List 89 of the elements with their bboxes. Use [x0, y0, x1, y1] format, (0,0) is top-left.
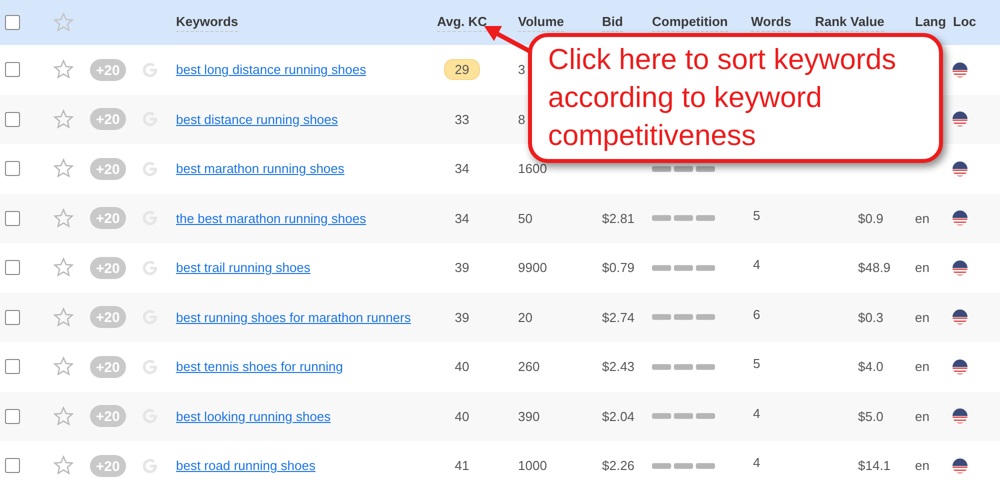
- table-cell: en: [915, 458, 930, 474]
- column-header[interactable]: Rank Value: [815, 14, 884, 32]
- table-cell: 8: [518, 112, 526, 127]
- flag-icon: [952, 160, 968, 177]
- star-icon[interactable]: [53, 356, 74, 378]
- table-cell: $0.3: [858, 310, 884, 325]
- kc-value: 39: [454, 308, 470, 327]
- star-icon[interactable]: [53, 158, 74, 180]
- flag-icon: [952, 260, 968, 276]
- column-header[interactable]: Volume: [518, 14, 564, 32]
- column-header[interactable]: Keywords: [176, 14, 238, 32]
- row-checkbox[interactable]: [5, 359, 20, 374]
- row-checkbox[interactable]: [5, 260, 20, 276]
- column-header[interactable]: Bid: [602, 14, 623, 32]
- keyword-link[interactable]: best trail running shoes: [176, 260, 310, 276]
- table-cell: $2.74: [602, 310, 635, 325]
- flag-icon: [952, 458, 968, 474]
- row-checkbox[interactable]: [5, 161, 20, 176]
- star-icon[interactable]: [53, 59, 74, 80]
- row-checkbox[interactable]: [5, 408, 20, 424]
- flag-icon: [952, 358, 968, 375]
- table-cell: 4: [753, 455, 760, 470]
- table-cell: 1600: [518, 161, 547, 176]
- keyword-link[interactable]: the best marathon running shoes: [176, 210, 366, 226]
- table-cell: 50: [518, 210, 532, 226]
- table-cell: en: [915, 310, 930, 325]
- keyword-link[interactable]: best distance running shoes: [176, 112, 338, 127]
- kc-value: 40: [454, 358, 470, 376]
- table-cell: $2.81: [602, 210, 635, 226]
- keyword-link[interactable]: best running shoes for marathon runners: [176, 310, 411, 325]
- table-cell: 3: [518, 62, 526, 78]
- flag-icon: [952, 62, 968, 78]
- kc-value: 34: [454, 210, 470, 228]
- row-checkbox[interactable]: [5, 310, 20, 325]
- kc-value: 33: [454, 110, 470, 129]
- flag-icon: [952, 408, 968, 424]
- keyword-link[interactable]: best looking running shoes: [176, 408, 331, 424]
- table-cell: $48.9: [858, 260, 891, 276]
- column-header: Lang: [915, 14, 946, 31]
- column-header[interactable]: Words: [751, 14, 792, 32]
- table-cell: 20: [518, 310, 532, 325]
- flag-icon: [952, 309, 968, 326]
- table-cell: 390: [518, 408, 540, 424]
- table-cell: $0.79: [602, 260, 635, 276]
- kc-value: 41: [454, 457, 470, 476]
- row-checkbox[interactable]: [5, 210, 20, 226]
- table-cell: $14.1: [858, 458, 891, 474]
- table-cell: $5.0: [858, 408, 884, 424]
- table-cell: en: [915, 408, 930, 424]
- table-cell: 4: [753, 257, 760, 272]
- table-cell: 1000: [518, 458, 547, 474]
- flag-icon: [952, 210, 968, 226]
- table-cell: en: [915, 260, 930, 276]
- row-checkbox[interactable]: [5, 458, 20, 474]
- row-checkbox[interactable]: [5, 62, 20, 78]
- table-cell: en: [915, 359, 930, 374]
- column-header: Loc: [953, 14, 976, 31]
- kc-value: 34: [454, 160, 470, 178]
- table-cell: $2.26: [602, 458, 635, 474]
- table-cell: 9900: [518, 260, 547, 276]
- kc-value: 39: [454, 259, 470, 278]
- callout: Click here to sort keywords according to keyword competitiveness: [528, 33, 943, 163]
- flag-icon: [952, 111, 968, 128]
- keyword-link[interactable]: best long distance running shoes: [176, 62, 366, 78]
- keyword-link[interactable]: best tennis shoes for running: [176, 359, 343, 374]
- table-cell: 5: [753, 208, 760, 223]
- table-cell: $4.0: [858, 359, 884, 374]
- table-cell: 6: [753, 306, 760, 322]
- kc-value: 29: [444, 59, 480, 80]
- kc-value: 40: [454, 408, 470, 426]
- star-icon[interactable]: [53, 12, 74, 33]
- keyword-link[interactable]: best marathon running shoes: [176, 161, 344, 176]
- table-cell: $2.04: [602, 408, 635, 424]
- table-cell: 5: [753, 356, 760, 372]
- table-cell: en: [915, 210, 930, 226]
- star-icon[interactable]: [53, 406, 74, 427]
- row-checkbox[interactable]: [5, 112, 20, 127]
- star-icon[interactable]: [53, 306, 74, 328]
- star-icon[interactable]: [53, 208, 74, 229]
- keyword-link[interactable]: best road running shoes: [176, 458, 316, 474]
- select-all-checkbox[interactable]: [5, 15, 20, 30]
- star-icon[interactable]: [53, 455, 74, 476]
- star-icon[interactable]: [53, 257, 74, 278]
- table-cell: 260: [518, 359, 540, 374]
- table-cell: 4: [753, 406, 760, 421]
- table-cell: $0.9: [858, 210, 884, 226]
- table-cell: $2.43: [602, 359, 635, 374]
- star-icon[interactable]: [53, 108, 74, 130]
- column-header[interactable]: Competition: [652, 14, 728, 32]
